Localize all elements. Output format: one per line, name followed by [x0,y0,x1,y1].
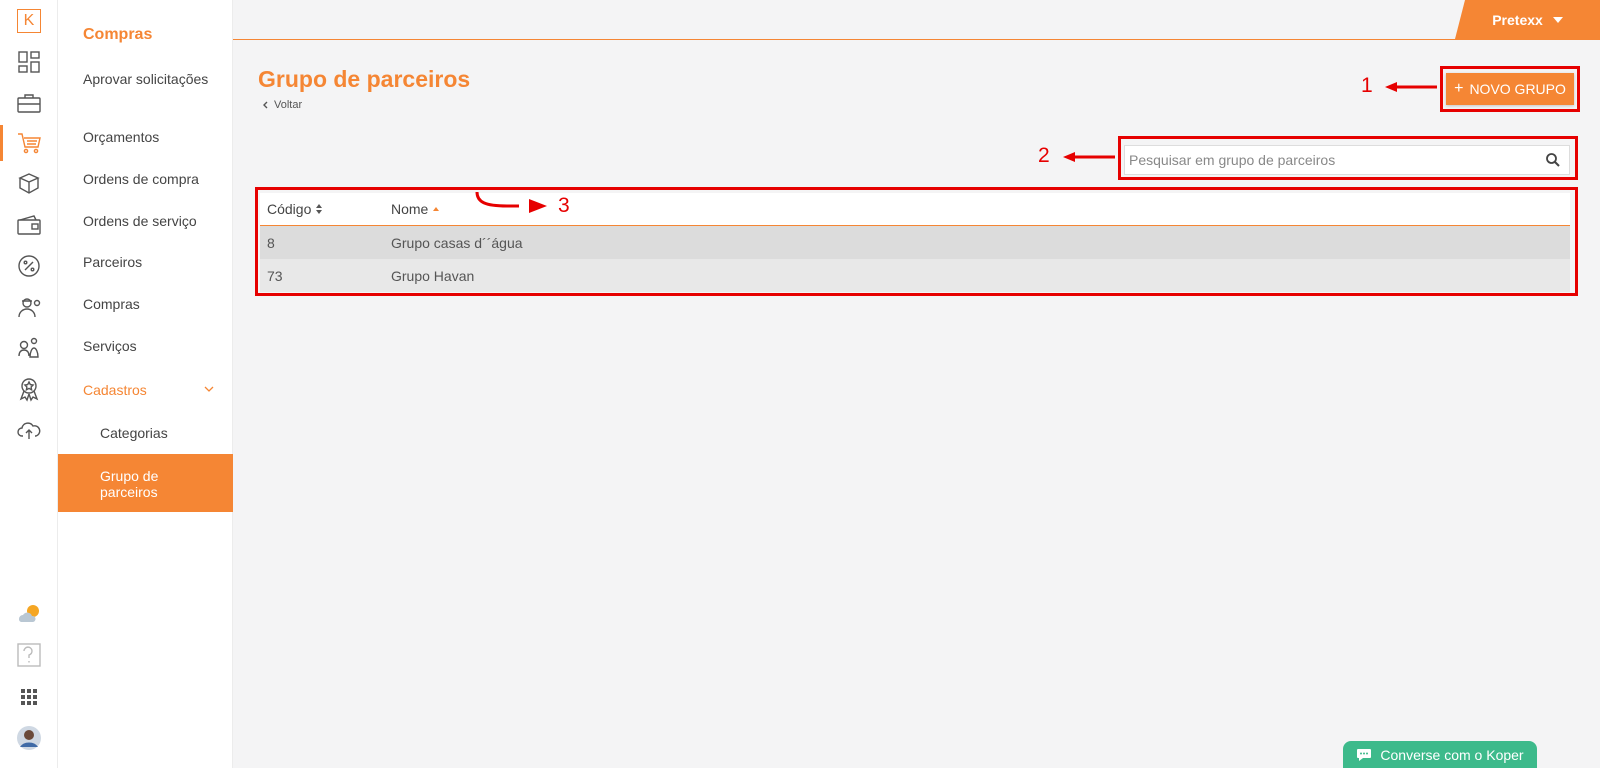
chat-button[interactable]: Converse com o Koper [1343,741,1537,768]
people-icon[interactable] [0,330,58,366]
user-menu[interactable]: Pretexx [1455,0,1600,39]
chat-bubble-icon [1357,748,1372,761]
dashboard-icon[interactable] [0,44,58,80]
annotation-number-2: 2 [1038,144,1050,167]
avatar[interactable] [0,720,58,756]
submenu-item-servicos[interactable]: Serviços [83,338,223,354]
annotation-arrows [475,82,1437,213]
submenu-child-categorias[interactable]: Categorias [100,425,168,441]
user-name: Pretexx [1492,11,1543,28]
caret-down-icon [1552,16,1563,23]
submenu-item-parceiros[interactable]: Parceiros [83,254,223,270]
submenu-child-label: Grupo de parceiros [100,468,159,500]
weather-icon[interactable] [0,595,58,631]
submenu-item-aprovar[interactable]: Aprovar solicitações [83,71,223,87]
page-title: Grupo de parceiros [258,66,471,92]
back-label: Voltar [274,99,303,111]
chevron-down-icon[interactable] [204,384,214,394]
submenu-item-ordens-servico[interactable]: Ordens de serviço [83,213,223,229]
cloud-upload-icon[interactable] [0,412,58,448]
annotation-number-1: 1 [1361,74,1373,97]
submenu-item-ordens-compra[interactable]: Ordens de compra [83,171,223,187]
apps-grid-icon[interactable] [0,679,58,715]
top-bar: Pretexx [233,0,1600,40]
award-icon[interactable] [0,371,58,407]
annotation-box-1 [1440,66,1580,112]
submenu-item-orcamentos[interactable]: Orçamentos [83,129,223,145]
back-link[interactable]: Voltar [262,99,302,111]
annotation-box-3 [255,187,1578,296]
submenu-section-title: Compras [83,26,153,43]
chevron-left-icon [263,101,268,109]
boxes-icon[interactable] [0,166,58,202]
annotation-number-3: 3 [558,194,570,217]
worker-icon[interactable] [0,289,58,325]
help-icon[interactable] [0,637,58,673]
submenu-child-grupo-parceiros[interactable]: Grupo de parceiros [58,454,233,512]
submenu-item-compras[interactable]: Compras [83,296,223,312]
cart-icon[interactable] [0,125,58,161]
briefcase-icon[interactable] [0,85,58,121]
icon-rail: K [0,0,58,768]
submenu: Compras Aprovar solicitações Orçamentos … [58,0,233,768]
app-logo[interactable]: K [17,9,41,33]
annotation-box-2 [1118,136,1578,180]
chat-label: Converse com o Koper [1380,746,1524,763]
wallet-icon[interactable] [0,207,58,243]
percent-icon[interactable] [0,248,58,284]
submenu-item-cadastros[interactable]: Cadastros [83,382,223,398]
